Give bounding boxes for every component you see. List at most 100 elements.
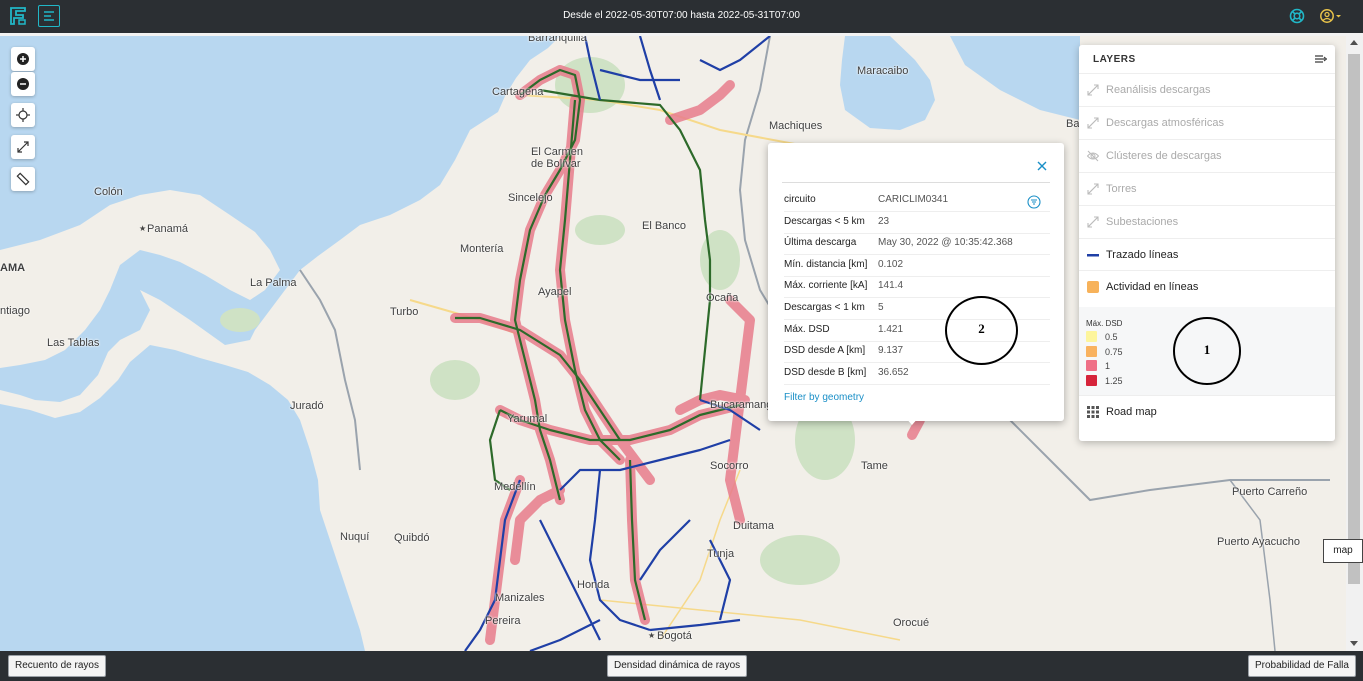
map-label-turbo: Turbo (390, 306, 419, 318)
map-label-orocue: Orocué (893, 617, 930, 629)
svg-text:★: ★ (139, 224, 146, 233)
dynamic-density-button[interactable]: Densidad dinámica de rayos (607, 655, 748, 677)
layer-item-reanalisis-descargas[interactable]: Reanálisis descargas (1079, 73, 1335, 106)
popup-row-value: 5 (878, 302, 884, 313)
line-swatch-icon (1087, 253, 1099, 256)
layer-label: Descargas atmosféricas (1106, 116, 1224, 129)
map-label-maracaibo: Maracaibo (857, 65, 909, 77)
map-label-nuqui: Nuquí (340, 531, 370, 543)
layer-item-clusteres-de-descargas[interactable]: Clústeres de descargas (1079, 138, 1335, 172)
map-label-puerto-carreno: Puerto Carreño (1232, 486, 1308, 498)
map-label-duitama: Duitama (733, 520, 774, 532)
map-label-barranquilla: Barranquilla (528, 36, 587, 44)
popup-row-value: 23 (878, 215, 890, 227)
map-label-sincelejo: Sincelejo (508, 192, 553, 204)
map-label-la-palma: La Palma (250, 277, 297, 289)
scrollbar-thumb[interactable] (1348, 54, 1360, 584)
layer-label: Road map (1106, 406, 1157, 418)
filter-by-geometry-link[interactable]: Filter by geometry (784, 392, 864, 403)
legend-swatch (1086, 360, 1097, 371)
map-label-honda: Honda (577, 579, 610, 591)
map-label-ntiago: ntiago (0, 305, 30, 317)
popup-divider (782, 182, 1050, 183)
popup-row-key: Máx. DSD (784, 323, 830, 335)
help-lifebuoy-icon[interactable] (1289, 8, 1305, 24)
layer-item-trazado-lineas[interactable]: Trazado líneas (1079, 237, 1335, 271)
zoom-in-button[interactable] (11, 47, 35, 71)
layer-label: Subestaciones (1106, 215, 1179, 228)
legend-swatch (1086, 345, 1097, 357)
layers-header: LAYERS (1093, 54, 1136, 65)
lightning-count-button[interactable]: Recuento de rayos (8, 655, 106, 677)
popup-row-value: 9.137 (878, 345, 904, 357)
zoom-out-button[interactable] (11, 72, 35, 96)
failure-probability-button[interactable]: Probabilidad de Falla (1248, 655, 1356, 677)
popup-row-key: circuito (784, 194, 816, 205)
legend-swatch (1086, 374, 1097, 386)
scroll-down-arrow-icon[interactable] (1350, 641, 1358, 646)
map-label-ayapel: Ayapel (538, 286, 572, 298)
map-label-ocana: Ocaña (706, 292, 739, 304)
map-label-machiques: Machiques (769, 120, 823, 132)
resize-icon (1087, 216, 1099, 228)
legend-label: 0.75 (1105, 346, 1123, 357)
popup-row-value: CARICLIM0341 (878, 194, 949, 205)
map-label-monteria: Montería (460, 243, 504, 255)
feature-info-popup: circuito CARICLIM0341 Descargas < 5 km 23 Úl… (768, 143, 1064, 425)
close-icon[interactable] (1036, 160, 1048, 172)
popup-row-value: May 30, 2022 @ 10:35:42.368 (878, 237, 1013, 249)
popup-row-key: Máx. corriente [kA] (784, 280, 868, 292)
map-label-panama: Panamá (147, 223, 188, 235)
resize-icon (1087, 117, 1099, 129)
layer-item-torres[interactable]: Torres (1079, 171, 1335, 205)
date-range-title: Desde el 2022-05-30T07:00 hasta 2022-05-… (563, 10, 800, 21)
layer-item-road-map[interactable]: Road map (1079, 395, 1335, 428)
layer-item-subestaciones[interactable]: Subestaciones (1079, 204, 1335, 238)
user-menu-icon[interactable] (1320, 8, 1344, 24)
popup-row: Máx. corriente [kA] 141.4 (784, 276, 1050, 299)
popup-row-value: 141.4 (878, 280, 904, 292)
resize-icon (1087, 183, 1099, 195)
popup-row: circuito CARICLIM0341 (784, 190, 1050, 212)
popup-row-value: 0.102 (878, 258, 904, 270)
popup-row-key: DSD desde A [km] (784, 345, 866, 357)
layer-label: Trazado líneas (1106, 248, 1179, 261)
filter-icon[interactable] (1027, 195, 1041, 209)
map-label-tunja: Tunja (707, 548, 735, 560)
legend-label: 1.25 (1105, 375, 1123, 386)
annotation-circle-1: 1 (1173, 317, 1241, 385)
collapse-panel-icon[interactable] (1315, 54, 1327, 64)
map-label-medellin: Medellín (494, 481, 536, 493)
popup-row-key: Descargas < 5 km (784, 215, 865, 227)
map-label-ba: Ba (1066, 118, 1080, 130)
map-label-pereira: Pereira (485, 615, 521, 627)
map-label-tame: Tame (861, 460, 888, 472)
map-label-jurado: Juradó (290, 400, 324, 412)
popup-row-key: Descargas < 1 km (784, 302, 865, 313)
legend-label: 0.5 (1105, 332, 1118, 342)
annotation-circle-2: 2 (945, 296, 1018, 365)
map-label-puerto-ayacucho: Puerto Ayacucho (1217, 536, 1300, 548)
ruler-icon (16, 172, 30, 186)
map-label-bogota: Bogotá (657, 630, 692, 642)
scroll-up-arrow-icon[interactable] (1350, 40, 1358, 45)
expand-icon (17, 141, 29, 153)
popup-row: Descargas < 5 km 23 (784, 212, 1050, 234)
map-label-ama: AMA (0, 262, 26, 274)
plus-circle-icon (17, 53, 29, 65)
layer-item-actividad-en-lineas[interactable]: Actividad en líneas (1079, 270, 1335, 303)
layer-label: Actividad en líneas (1106, 281, 1199, 294)
legend-swatch (1086, 331, 1097, 342)
locate-button[interactable] (11, 103, 35, 127)
map-label-el-carmen: El Carmen (531, 146, 583, 158)
map-label-las-tablas: Las Tablas (47, 337, 100, 349)
popup-row-key: DSD desde B [km] (784, 366, 867, 378)
layer-item-descargas-atmosfericas[interactable]: Descargas atmosféricas (1079, 105, 1335, 139)
fullscreen-button[interactable] (11, 135, 35, 159)
layer-label: Reanálisis descargas (1106, 84, 1211, 96)
grid-icon (1087, 406, 1099, 418)
eye-slash-icon (1087, 150, 1099, 162)
svg-text:★: ★ (648, 631, 655, 640)
measure-button[interactable] (11, 167, 35, 191)
annotation-label: 1 (1203, 342, 1211, 357)
